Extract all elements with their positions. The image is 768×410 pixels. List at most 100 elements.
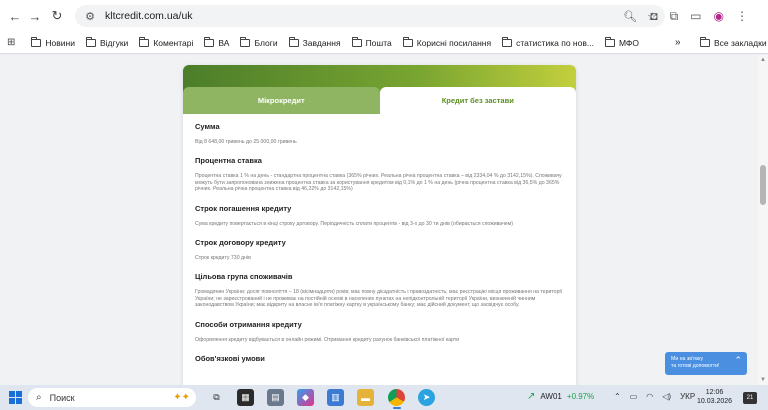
explorer-icon[interactable]: ▬ xyxy=(357,389,374,406)
apps-grid-icon[interactable]: ⊞ xyxy=(7,37,15,48)
chevron-up-icon: ⌃ xyxy=(734,355,742,365)
bookmark-label: Все закладки xyxy=(714,37,767,48)
extensions-icon[interactable]: ⧉ xyxy=(670,9,679,24)
back-icon[interactable]: ← xyxy=(4,5,26,27)
section-text: Громадянин України; досяг повноліття – 1… xyxy=(195,289,563,309)
reload-icon[interactable]: ↻ xyxy=(46,5,68,27)
files-icon[interactable]: ▥ xyxy=(327,389,344,406)
section-title: Цільова група споживачів xyxy=(195,272,293,282)
scroll-up-icon[interactable]: ▲ xyxy=(760,57,766,63)
bookmark-label: Корисні посилання xyxy=(416,37,492,48)
bookmark-folder[interactable]: статистика по нов... xyxy=(502,36,594,48)
section-text: Сума кредиту повертається в кінці строку… xyxy=(195,220,513,227)
bookmark-label: Завдання xyxy=(302,37,341,48)
section-target-group: Цільова група споживачів Громадянин Укра… xyxy=(195,272,564,308)
time: 12:06 xyxy=(705,389,724,396)
bookmark-folder[interactable]: ВА xyxy=(204,36,229,48)
section-title: Строк договору кредиту xyxy=(195,238,286,248)
more-bookmarks-button[interactable]: » xyxy=(675,37,681,48)
folder-icon xyxy=(139,36,150,47)
volume-icon[interactable]: ◁) xyxy=(662,392,671,401)
bookmark-label: Новини xyxy=(45,37,75,48)
network-icon[interactable]: ▭ xyxy=(630,392,638,401)
folder-icon xyxy=(402,36,413,47)
bookmark-folder[interactable]: Завдання xyxy=(288,36,341,48)
bookmark-label: Коментарі xyxy=(153,37,194,48)
language-indicator[interactable]: УКР xyxy=(680,392,695,401)
store-icon[interactable]: ▦ xyxy=(237,389,254,406)
section-interest-rate: Процентна ставка Процентна ставка 1 % на… xyxy=(195,156,564,192)
folder-icon xyxy=(502,36,513,47)
section-title: Строк погашення кредиту xyxy=(195,203,292,213)
active-app-indicator xyxy=(393,407,401,409)
section-text: Оформлення кредиту відбувається в онлайн… xyxy=(195,336,460,343)
bookmark-folder[interactable]: Корисні посилання xyxy=(402,36,492,48)
scroll-down-icon[interactable]: ▼ xyxy=(760,377,766,383)
section-mandatory-conditions: Обов'язкові умови xyxy=(195,354,564,363)
card-header xyxy=(183,65,576,87)
search-placeholder: Поиск xyxy=(49,392,75,403)
chevron-up-icon[interactable]: ⌃ xyxy=(614,392,621,401)
chat-line-2: та готові допомогти! xyxy=(671,362,720,369)
support-chat-widget[interactable]: Ми на зв'язку та готові допомогти! ⌃ xyxy=(665,352,747,375)
address-bar[interactable]: ⚙ kltcredit.com.ua/uk 🔍︎ ☆ xyxy=(75,5,665,27)
bookmark-folder[interactable]: Пошта xyxy=(351,36,392,48)
section-text: Строк кредиту 730 днів xyxy=(195,255,251,262)
menu-icon[interactable]: ⋮ xyxy=(736,9,748,23)
browser-toolbar: ← → ↻ ⚙ kltcredit.com.ua/uk 🔍︎ ☆ ◘ ⧉ ▭ ◉… xyxy=(0,0,768,32)
section-text: Процентна ставка 1 % на день - стандартн… xyxy=(195,173,562,193)
section-title: Процентна ставка xyxy=(195,156,262,166)
date: 10.03.2026 xyxy=(697,398,733,405)
section-text: Від 8 648,00 гривень до 25 000,00 гривен… xyxy=(195,139,297,145)
notifications-badge[interactable]: 21 xyxy=(743,392,757,404)
wifi-icon[interactable]: ◠ xyxy=(646,392,653,401)
taskbar-search[interactable]: ⌕ Поиск ✦✦ xyxy=(28,388,196,407)
site-info-icon[interactable]: ⚙ xyxy=(79,10,101,23)
loan-tabs: Мікрокредит Кредит без застави xyxy=(183,87,576,114)
bookmark-folder[interactable]: МФО xyxy=(604,36,639,48)
windows-taskbar: ⌕ Поиск ✦✦ ⧉ ▦ ▤ ◆ ▥ ▬ ➤ ↗ AW01 +0.97% ⌃… xyxy=(0,385,768,410)
camera-icon[interactable]: ◘ xyxy=(650,9,657,23)
url-text[interactable]: kltcredit.com.ua/uk xyxy=(105,10,193,22)
bookmarks-bar: ⊞ Новини Відгуки Коментарі ВА Блоги Завд… xyxy=(0,32,768,54)
folder-icon xyxy=(351,36,362,47)
stock-chart-icon: ↗ xyxy=(527,391,536,402)
windows-start-icon[interactable] xyxy=(9,391,22,404)
folder-icon xyxy=(31,36,42,47)
calculator-icon[interactable]: ▤ xyxy=(267,389,284,406)
task-view-icon[interactable]: ⧉ xyxy=(208,389,225,406)
folder-icon xyxy=(240,36,251,47)
zoom-icon[interactable]: 🔍︎ xyxy=(623,10,637,23)
scroll-thumb[interactable] xyxy=(760,165,766,205)
stock-widget[interactable]: ↗ AW01 +0.97% xyxy=(527,391,594,402)
forward-icon[interactable]: → xyxy=(24,5,46,27)
folder-icon xyxy=(204,36,215,47)
search-icon: ⌕ xyxy=(36,392,42,403)
loan-card: Мікрокредит Кредит без застави Сумма Від… xyxy=(183,65,576,385)
folder-icon xyxy=(700,36,710,47)
stock-change: +0.97% xyxy=(566,392,595,401)
clock[interactable]: 12:06 10.03.2026 xyxy=(697,388,732,406)
bookmark-label: Блоги xyxy=(254,37,278,48)
bookmark-folder[interactable]: Коментарі xyxy=(139,36,194,48)
folder-icon xyxy=(604,36,615,47)
section-obtaining-methods: Способи отримання кредиту Оформлення кре… xyxy=(195,320,564,343)
copilot-icon[interactable]: ◆ xyxy=(297,389,314,406)
bookmark-folder[interactable]: Відгуки xyxy=(85,36,128,48)
tab-credit-without-collateral[interactable]: Кредит без застави xyxy=(379,87,576,114)
profile-icon[interactable]: ◉ xyxy=(714,9,724,23)
tab-microcredit[interactable]: Мікрокредит xyxy=(183,87,380,114)
bookmark-folder[interactable]: Новини xyxy=(31,36,75,48)
section-amount: Сумма Від 8 648,00 гривень до 25 000,00 … xyxy=(195,122,564,145)
bookmark-label: МФО xyxy=(618,37,639,48)
telegram-icon[interactable]: ➤ xyxy=(418,389,435,406)
bookmark-label: статистика по нов... xyxy=(516,37,594,48)
chrome-icon[interactable] xyxy=(388,389,405,406)
sidebar-icon[interactable]: ▭ xyxy=(690,9,701,23)
page-scrollbar[interactable]: ▲ ▼ xyxy=(758,55,768,385)
system-tray: ⌃ ▭ ◠ ◁) УКР xyxy=(614,392,695,401)
all-bookmarks-button[interactable]: Все закладки xyxy=(700,36,767,48)
stock-name: AW01 xyxy=(540,392,562,401)
page-viewport: Мікрокредит Кредит без застави Сумма Від… xyxy=(0,55,758,385)
bookmark-folder[interactable]: Блоги xyxy=(240,36,278,48)
